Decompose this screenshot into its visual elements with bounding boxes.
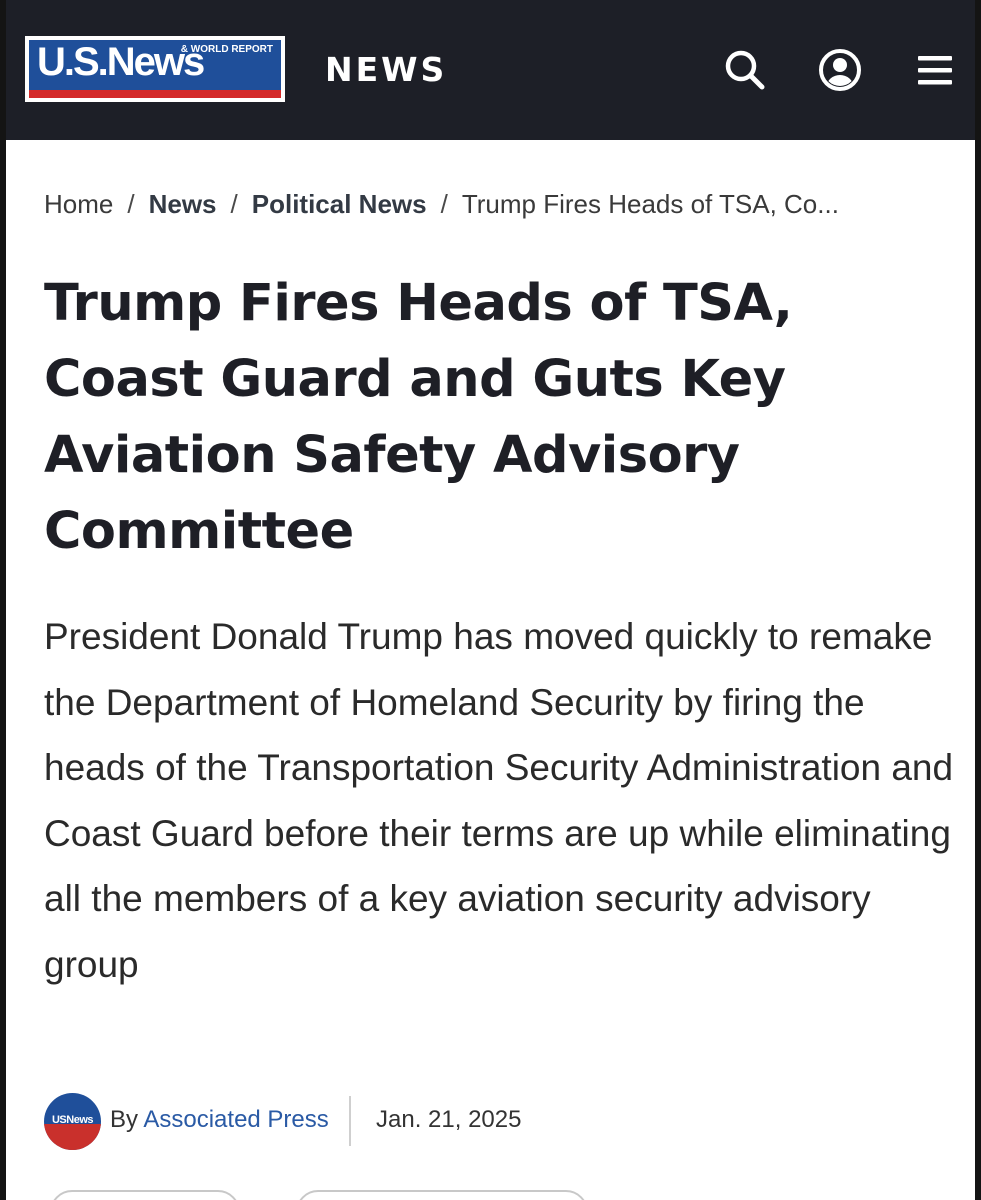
- logo-subline: & WORLD REPORT: [180, 44, 273, 55]
- page: U.S.News & WORLD REPORT NEWS Home / News…: [0, 0, 981, 1200]
- share-pill-button[interactable]: [50, 1190, 240, 1200]
- byline-prefix: By: [110, 1106, 139, 1133]
- breadcrumb-current: Trump Fires Heads of TSA, Co...: [461, 189, 839, 219]
- author-avatar[interactable]: USNews: [44, 1093, 101, 1150]
- right-edge: [975, 0, 981, 1200]
- byline-divider: [349, 1096, 351, 1146]
- site-header: U.S.News & WORLD REPORT NEWS: [0, 0, 981, 140]
- breadcrumb-separator: /: [440, 189, 448, 219]
- article-headline: Trump Fires Heads of TSA, Coast Guard an…: [44, 274, 793, 561]
- logo-wordmark: U.S.News: [37, 40, 205, 84]
- breadcrumb-news[interactable]: News: [149, 189, 217, 219]
- section-label[interactable]: NEWS: [325, 50, 447, 90]
- author-link[interactable]: Associated Press: [143, 1106, 328, 1133]
- logo-red-stripe: [29, 90, 281, 98]
- account-icon[interactable]: [818, 48, 862, 92]
- publish-date: Jan. 21, 2025: [376, 1106, 522, 1133]
- byline: USNews By Associated Press Jan. 21, 2025: [44, 1092, 944, 1150]
- search-icon[interactable]: [723, 48, 767, 92]
- breadcrumb-separator: /: [127, 189, 135, 219]
- breadcrumb-home[interactable]: Home: [44, 189, 113, 219]
- breadcrumb-separator: /: [230, 189, 238, 219]
- avatar-red-half: [44, 1124, 101, 1150]
- byline-text: By Associated Press: [110, 1104, 329, 1136]
- save-pill-button[interactable]: [296, 1190, 588, 1200]
- left-edge: [0, 0, 6, 1200]
- usnews-logo[interactable]: U.S.News & WORLD REPORT: [25, 36, 285, 102]
- breadcrumb-political-news[interactable]: Political News: [252, 189, 427, 219]
- menu-icon[interactable]: [914, 48, 958, 92]
- article-dek: President Donald Trump has moved quickly…: [44, 616, 954, 985]
- breadcrumb: Home / News / Political News / Trump Fires Hea…: [44, 186, 839, 222]
- avatar-label: USNews: [51, 1114, 94, 1126]
